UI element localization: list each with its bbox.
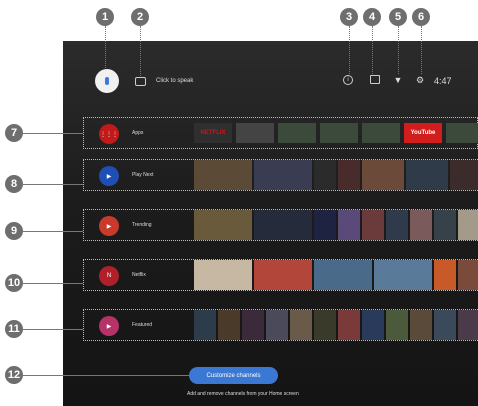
content-tile[interactable] [458, 210, 478, 240]
callout-12: 12 [5, 366, 23, 384]
voice-search-button[interactable] [95, 69, 119, 93]
row-label-featured: Featured [132, 322, 153, 328]
play-next-row: ▶ Play Next [83, 159, 478, 191]
app-tile-youtube[interactable]: YouTube [404, 123, 442, 143]
row-label-play-next: Play Next [132, 172, 154, 178]
callout-7: 7 [5, 124, 23, 142]
content-tile[interactable] [194, 210, 252, 240]
content-tile[interactable] [314, 210, 336, 240]
content-tile[interactable] [254, 210, 312, 240]
wifi-icon[interactable]: ▼ [393, 75, 403, 85]
row-label-netflix: Netflix [132, 272, 146, 278]
app-tile-play-music[interactable] [446, 123, 478, 143]
app-tile-play-games[interactable] [362, 123, 400, 143]
callout-9: 9 [5, 222, 23, 240]
content-tile[interactable] [242, 310, 264, 340]
content-tile[interactable] [386, 310, 408, 340]
clock: 4:47 [434, 76, 452, 86]
settings-icon[interactable]: ⚙ [415, 75, 425, 85]
input-source-icon[interactable] [370, 75, 380, 84]
content-tile[interactable] [362, 310, 384, 340]
callout-2: 2 [131, 8, 149, 26]
content-tile[interactable] [338, 310, 360, 340]
leader-line [23, 375, 189, 377]
info-icon[interactable]: i [343, 75, 353, 85]
keyboard-icon[interactable] [135, 77, 146, 86]
trending-row: ▶ Trending [83, 209, 478, 241]
callout-10: 10 [5, 274, 23, 292]
click-to-speak-label: Click to speak [156, 78, 194, 84]
content-tile[interactable] [254, 160, 312, 190]
content-tile[interactable] [458, 260, 478, 290]
callout-3: 3 [340, 8, 358, 26]
leader-line [105, 26, 107, 68]
callout-6: 6 [412, 8, 430, 26]
content-tile[interactable] [434, 210, 456, 240]
app-tile-live-channels[interactable] [236, 123, 274, 143]
content-tile[interactable] [386, 210, 408, 240]
customize-channels-button[interactable]: Customize channels [189, 367, 278, 384]
app-tile-play-store[interactable] [278, 123, 316, 143]
apps-grid-icon[interactable]: ⋮⋮⋮ [99, 124, 119, 144]
content-tile[interactable] [362, 210, 384, 240]
content-tile[interactable] [410, 210, 432, 240]
content-tile[interactable] [194, 310, 216, 340]
callout-1: 1 [96, 8, 114, 26]
content-tile[interactable] [194, 260, 252, 290]
content-tile[interactable] [314, 310, 336, 340]
netflix-icon[interactable]: N [99, 266, 119, 286]
apps-row: ⋮⋮⋮ Apps NETFLIX YouTube + [83, 117, 478, 149]
content-tile[interactable] [434, 260, 456, 290]
leader-line [349, 26, 351, 74]
content-tile[interactable] [406, 160, 448, 190]
content-tile[interactable] [314, 260, 372, 290]
microphone-icon [105, 77, 109, 85]
netflix-row: N Netflix [83, 259, 478, 291]
leader-line [23, 329, 83, 331]
content-tile[interactable] [374, 260, 432, 290]
row-label-apps: Apps [132, 130, 144, 136]
callout-11: 11 [5, 320, 23, 338]
row-label-trending: Trending [132, 222, 152, 228]
callout-8: 8 [5, 175, 23, 193]
content-tile[interactable] [218, 310, 240, 340]
content-tile[interactable] [338, 160, 360, 190]
content-tile[interactable] [434, 310, 456, 340]
leader-line [23, 283, 83, 285]
content-tile[interactable] [410, 310, 432, 340]
app-tile-netflix[interactable]: NETFLIX [194, 123, 232, 143]
leader-line [398, 26, 400, 74]
content-tile[interactable] [362, 160, 404, 190]
play-movies-icon[interactable]: ▶ [99, 316, 119, 336]
callout-4: 4 [363, 8, 381, 26]
leader-line [421, 26, 423, 74]
leader-line [372, 26, 374, 74]
leader-line [23, 231, 83, 233]
content-tile[interactable] [314, 160, 336, 190]
content-tile[interactable] [194, 160, 252, 190]
play-next-icon[interactable]: ▶ [99, 166, 119, 186]
leader-line [23, 133, 83, 135]
youtube-icon[interactable]: ▶ [99, 216, 119, 236]
content-tile[interactable] [450, 160, 478, 190]
content-tile[interactable] [458, 310, 478, 340]
content-tile[interactable] [254, 260, 312, 290]
content-tile[interactable] [338, 210, 360, 240]
tv-home-screen: Click to speak i ▼ ⚙ 4:47 ⋮⋮⋮ Apps NETFL… [63, 41, 478, 406]
app-tile-play-movies[interactable] [320, 123, 358, 143]
leader-line [140, 26, 142, 76]
callout-5: 5 [389, 8, 407, 26]
content-tile[interactable] [290, 310, 312, 340]
content-tile[interactable] [266, 310, 288, 340]
leader-line [23, 184, 83, 186]
customize-hint: Add and remove channels from your Home s… [187, 391, 299, 397]
featured-row: ▶ Featured [83, 309, 478, 341]
